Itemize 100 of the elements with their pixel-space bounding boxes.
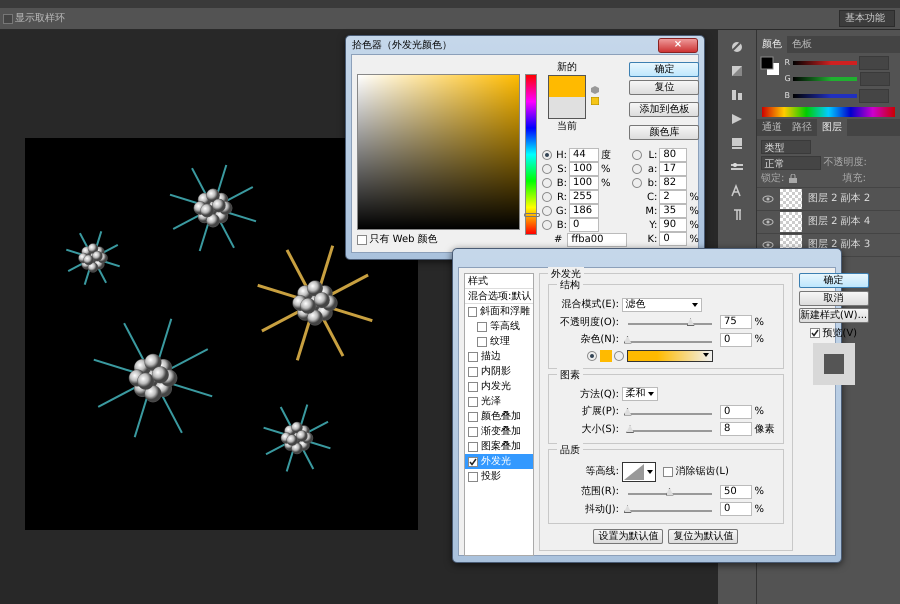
panel-icon (730, 136, 744, 150)
value-field[interactable]: 255 (569, 190, 599, 204)
dialog-button[interactable]: 复位 (629, 80, 700, 94)
blend-mode-dropdown[interactable]: 正常 (761, 156, 821, 170)
radio-button[interactable] (542, 192, 552, 202)
slider-thumb[interactable] (624, 408, 632, 416)
style-list-item[interactable]: 渐变叠加 (465, 424, 533, 439)
value-field[interactable]: 75 (720, 315, 752, 329)
preview-checkbox[interactable] (810, 328, 820, 338)
value-field[interactable]: 80 (659, 148, 688, 162)
sample-ring-checkbox[interactable] (2, 14, 12, 24)
channel-slider[interactable] (793, 77, 858, 81)
value-field[interactable]: 44 (569, 148, 599, 162)
channel-value-field[interactable] (859, 88, 889, 102)
checkbox[interactable] (468, 352, 478, 362)
dialog-button[interactable]: 取消 (798, 290, 868, 306)
layer-row[interactable]: 图层 2 副本 4 (757, 210, 900, 234)
radio-button[interactable] (542, 164, 552, 174)
style-list-item[interactable]: 内阴影 (465, 364, 533, 379)
value-field[interactable]: 0 (720, 502, 752, 516)
channel-slider[interactable] (792, 60, 857, 64)
channel-value-field[interactable] (859, 56, 890, 70)
style-list-item[interactable]: 等高线 (465, 319, 533, 334)
dialog-button[interactable]: 添加到色板 (629, 102, 700, 117)
checkbox[interactable] (468, 472, 478, 482)
style-list-item[interactable]: 样式 (465, 274, 533, 289)
value-field[interactable]: 0 (569, 218, 599, 232)
radio-button[interactable] (542, 206, 552, 216)
checkbox[interactable] (468, 382, 478, 392)
anti-alias-checkbox[interactable] (663, 466, 673, 476)
layer-row[interactable]: 图层 2 副本 2 (757, 188, 900, 210)
checkbox[interactable] (468, 396, 478, 406)
value-field[interactable]: 90 (659, 218, 688, 232)
contour-picker[interactable] (622, 462, 656, 482)
slider-thumb[interactable] (686, 318, 694, 326)
hex-field[interactable]: ffba00 (567, 232, 628, 246)
radio-button[interactable] (542, 178, 552, 188)
value-field[interactable]: 0 (720, 404, 752, 418)
slider-thumb[interactable] (624, 336, 632, 344)
color-swatch[interactable] (600, 350, 612, 362)
unit-label: 度 (601, 148, 611, 162)
color-field[interactable] (357, 74, 520, 230)
hue-marker[interactable] (524, 212, 540, 217)
slider-thumb[interactable] (666, 488, 674, 496)
value-field[interactable]: 82 (659, 176, 688, 190)
slider-thumb[interactable] (624, 505, 632, 513)
radio-button[interactable] (614, 350, 624, 360)
style-list-item[interactable]: 图案叠加 (465, 439, 533, 454)
color-spectrum-bar[interactable] (762, 107, 895, 117)
web-only-checkbox[interactable] (357, 234, 367, 244)
style-list-item[interactable]: 颜色叠加 (465, 409, 533, 424)
radio-button[interactable] (587, 350, 597, 360)
radio-button[interactable] (542, 150, 552, 160)
value-field[interactable]: 50 (720, 484, 752, 498)
dialog-button[interactable]: 设置为默认值 (593, 528, 664, 544)
filter-dropdown[interactable]: 类型 (761, 140, 811, 154)
channel-slider[interactable] (792, 94, 856, 98)
style-list-item[interactable]: 投影 (465, 469, 533, 484)
value-field[interactable]: 0 (720, 332, 752, 346)
value-field[interactable]: 17 (659, 162, 688, 176)
style-list-item[interactable]: 内发光 (465, 379, 533, 394)
checkbox[interactable] (468, 456, 478, 466)
layer-thumbnail (780, 188, 802, 208)
hue-slider[interactable] (525, 74, 537, 235)
channel-value-field[interactable] (860, 72, 890, 86)
panel-tab[interactable]: 图层 (817, 119, 847, 136)
checkbox[interactable] (477, 336, 487, 346)
dropdown-value: 柔和 (626, 388, 646, 400)
radio-button[interactable] (632, 164, 642, 174)
dialog-button[interactable]: 确定 (798, 273, 868, 288)
checkbox[interactable] (468, 306, 477, 316)
dialog-button[interactable]: 新建样式(W)... (798, 308, 868, 323)
value-field[interactable]: 8 (720, 422, 752, 436)
checkbox[interactable] (477, 322, 487, 332)
method-dropdown[interactable]: 柔和 (622, 387, 658, 401)
dialog-button[interactable]: 颜色库 (629, 124, 700, 140)
value-field[interactable]: 100 (569, 176, 599, 190)
workspace-dropdown[interactable]: 基本功能 (839, 10, 895, 27)
value-field[interactable]: 100 (569, 162, 599, 176)
radio-button[interactable] (632, 150, 642, 160)
blend-mode-dropdown[interactable]: 滤色 (622, 298, 702, 312)
value-field[interactable]: 35 (659, 204, 688, 218)
panel-tab[interactable]: 颜色 (757, 36, 787, 53)
style-list-item[interactable]: 光泽 (465, 394, 533, 409)
value-field[interactable]: 186 (569, 204, 599, 218)
checkbox[interactable] (468, 442, 478, 452)
checkbox[interactable] (468, 426, 478, 436)
slider-thumb[interactable] (626, 425, 634, 433)
checkbox[interactable] (468, 366, 478, 376)
radio-button[interactable] (542, 220, 552, 230)
value-field[interactable]: 2 (659, 190, 688, 204)
style-list-item[interactable]: 描边 (465, 349, 533, 364)
dialog-button[interactable]: 复位为默认值 (668, 528, 738, 544)
radio-button[interactable] (632, 178, 642, 188)
style-list-item[interactable]: 斜面和浮雕 (465, 304, 533, 319)
style-list-item[interactable]: 纹理 (465, 334, 533, 349)
dialog-button[interactable]: 确定 (629, 62, 700, 77)
value-field[interactable]: 0 (659, 232, 688, 246)
checkbox[interactable] (468, 412, 478, 422)
gradient-picker[interactable] (626, 350, 712, 362)
